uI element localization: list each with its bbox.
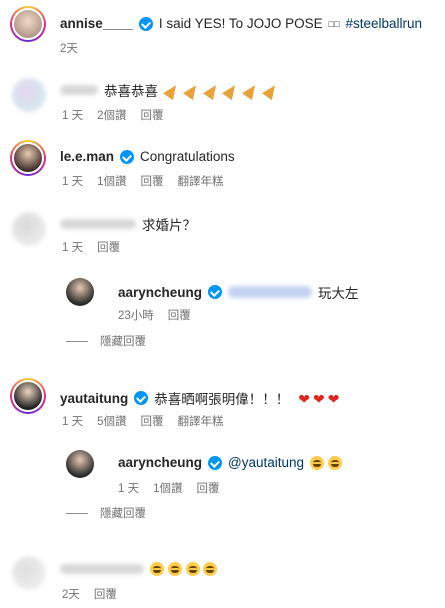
reply-button[interactable]: 回覆 xyxy=(141,107,164,123)
grinning-squinting-icon xyxy=(327,456,342,471)
divider xyxy=(66,340,88,342)
avatar-annise[interactable] xyxy=(10,6,46,42)
blurred-username[interactable] xyxy=(60,563,144,574)
verified-badge-icon xyxy=(208,455,223,470)
reply-button[interactable]: 回覆 xyxy=(97,239,120,255)
party-popper-icon xyxy=(242,81,260,100)
blurred-username[interactable] xyxy=(60,219,136,229)
grinning-squinting-icon xyxy=(150,562,164,577)
party-popper-icon xyxy=(182,81,201,100)
avatar-blurred[interactable] xyxy=(12,556,46,590)
comment-annise: annise____ I said YES! To JOJO POSE □□ #s… xyxy=(60,16,422,31)
heart-emojis: ❤ ❤ ❤ xyxy=(295,390,340,407)
likes-count[interactable]: 1個讚 xyxy=(153,480,182,496)
likes-count[interactable]: 5個讚 xyxy=(97,413,126,429)
verified-badge-icon xyxy=(134,391,149,405)
hide-replies-label[interactable]: 隱藏回覆 xyxy=(100,333,146,349)
avatar-blurred[interactable] xyxy=(12,212,46,246)
timestamp[interactable]: 1 天 xyxy=(62,173,83,189)
translate-button[interactable]: 翻譯年糕 xyxy=(178,413,224,429)
laughing-emojis xyxy=(150,561,218,577)
comment-text: 玩大左 xyxy=(318,286,359,301)
verified-badge-icon xyxy=(138,16,153,31)
likes-count[interactable]: 2個讚 xyxy=(97,107,126,123)
red-heart-icon: ❤ xyxy=(327,390,340,407)
comment-yautaitung: yautaitung 恭喜晒啊張明偉！！！ ❤ ❤ ❤ xyxy=(60,388,339,408)
reply-button[interactable]: 回覆 xyxy=(168,307,191,323)
comment-blurred-1: 恭喜恭喜 xyxy=(60,80,280,100)
comment-text: 求婚片？ xyxy=(142,218,196,233)
username[interactable]: annise____ xyxy=(60,16,133,31)
mention-link[interactable]: @yautaitung xyxy=(228,455,304,470)
verified-badge-icon xyxy=(120,149,135,164)
reply-button[interactable]: 回覆 xyxy=(141,173,164,189)
comment-le-e-man: le.e.man Congratulations xyxy=(60,149,235,164)
comment-text: 恭喜恭喜 xyxy=(104,84,158,99)
comment-text: Congratulations xyxy=(140,149,235,164)
comment-meta: 1 天 1個讚 回覆 xyxy=(118,480,220,496)
grinning-squinting-icon xyxy=(203,562,218,577)
red-heart-icon: ❤ xyxy=(313,390,325,407)
avatar-yautaitung[interactable] xyxy=(10,378,46,414)
hide-replies[interactable]: 隱藏回覆 xyxy=(66,333,146,349)
unsupported-glyphs: □□ xyxy=(328,18,340,29)
translate-button[interactable]: 翻譯年糕 xyxy=(178,173,224,189)
verified-badge-icon xyxy=(208,285,223,299)
comment-meta: 2天 xyxy=(60,40,78,56)
timestamp[interactable]: 1 天 xyxy=(62,239,83,255)
likes-count[interactable]: 1個讚 xyxy=(97,173,126,189)
timestamp[interactable]: 1 天 xyxy=(118,480,139,496)
timestamp[interactable]: 23小時 xyxy=(118,307,154,323)
timestamp[interactable]: 2天 xyxy=(60,40,78,56)
hide-replies-label[interactable]: 隱藏回覆 xyxy=(100,505,146,521)
username[interactable]: yautaitung xyxy=(60,391,128,406)
party-popper-icon xyxy=(202,81,221,100)
comment-meta: 1 天 5個讚 回覆 翻譯年糕 xyxy=(62,413,224,429)
red-heart-icon: ❤ xyxy=(298,390,310,407)
party-popper-icon xyxy=(222,81,241,100)
party-popper-icon xyxy=(261,81,280,100)
username[interactable]: aaryncheung xyxy=(118,455,202,470)
blurred-username[interactable] xyxy=(60,85,98,95)
blurred-mention[interactable] xyxy=(228,286,313,298)
timestamp[interactable]: 2天 xyxy=(62,586,80,602)
comment-meta: 1 天 回覆 xyxy=(62,239,120,255)
hide-replies[interactable]: 隱藏回覆 xyxy=(66,505,146,521)
comment-blurred-2: 求婚片？ xyxy=(60,214,196,234)
reply-button[interactable]: 回覆 xyxy=(197,480,220,496)
reply-aaryncheung-1: aaryncheung 玩大左 xyxy=(118,282,359,302)
reply-button[interactable]: 回覆 xyxy=(94,586,117,602)
reply-aaryncheung-2: aaryncheung @yautaitung xyxy=(118,455,342,471)
comment-text: 恭喜晒啊張明偉！！！ xyxy=(154,392,290,407)
timestamp[interactable]: 1 天 xyxy=(62,413,83,429)
comment-meta: 1 天 2個讚 回覆 xyxy=(62,107,164,123)
party-popper-icon xyxy=(163,81,181,100)
avatar-le-e-man[interactable] xyxy=(10,140,46,176)
party-popper-emojis xyxy=(163,81,280,100)
comment-meta: 2天 回覆 xyxy=(62,586,117,602)
grinning-squinting-icon xyxy=(310,456,325,471)
grinning-squinting-icon xyxy=(185,562,200,577)
hashtag-link[interactable]: #steelballrun xyxy=(346,16,423,31)
timestamp[interactable]: 1 天 xyxy=(62,107,83,123)
grinning-squinting-icon xyxy=(167,562,182,577)
comment-meta: 23小時 回覆 xyxy=(118,307,191,323)
comment-text: I said YES! To JOJO POSE xyxy=(158,16,323,31)
reply-button[interactable]: 回覆 xyxy=(141,413,164,429)
laughing-emojis xyxy=(310,455,342,471)
comment-meta: 1 天 1個讚 回覆 翻譯年糕 xyxy=(62,173,224,189)
username[interactable]: le.e.man xyxy=(60,149,114,164)
avatar-blurred[interactable] xyxy=(12,78,46,112)
avatar-aaryncheung[interactable] xyxy=(66,278,94,306)
divider xyxy=(66,512,88,514)
avatar-aaryncheung[interactable] xyxy=(66,450,94,478)
username[interactable]: aaryncheung xyxy=(118,285,202,300)
comment-blurred-3 xyxy=(60,561,218,577)
